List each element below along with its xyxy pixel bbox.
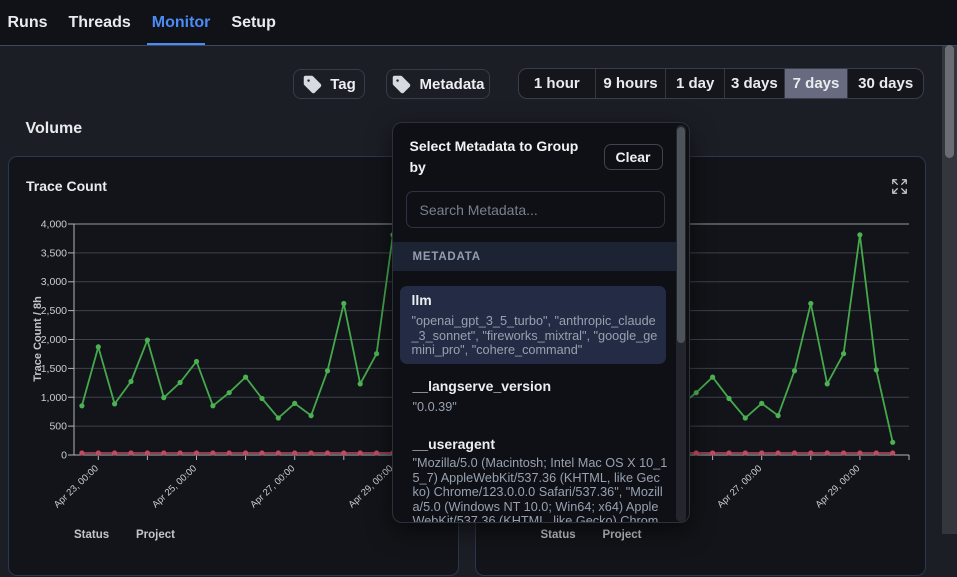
svg-text:Apr 25, 00:00: Apr 25, 00:00 <box>150 463 199 510</box>
svg-text:0: 0 <box>61 450 67 462</box>
svg-text:Apr 29, 00:00: Apr 29, 00:00 <box>347 463 396 510</box>
svg-text:500: 500 <box>49 421 67 433</box>
svg-text:4,000: 4,000 <box>41 219 67 231</box>
svg-text:3,500: 3,500 <box>41 247 67 259</box>
svg-text:3,000: 3,000 <box>41 276 67 288</box>
svg-text:2,000: 2,000 <box>41 334 67 346</box>
svg-text:1,500: 1,500 <box>41 363 67 375</box>
svg-text:Apr 29, 00:00: Apr 29, 00:00 <box>813 463 862 510</box>
svg-text:Trace Count / 8h: Trace Count / 8h <box>32 296 44 382</box>
svg-text:Apr 23, 00:00: Apr 23, 00:00 <box>52 463 101 510</box>
svg-text:Apr 27, 00:00: Apr 27, 00:00 <box>248 463 297 510</box>
svg-text:2,500: 2,500 <box>41 305 67 317</box>
svg-text:Apr 27, 00:00: Apr 27, 00:00 <box>715 463 764 510</box>
svg-text:1,000: 1,000 <box>41 392 67 404</box>
